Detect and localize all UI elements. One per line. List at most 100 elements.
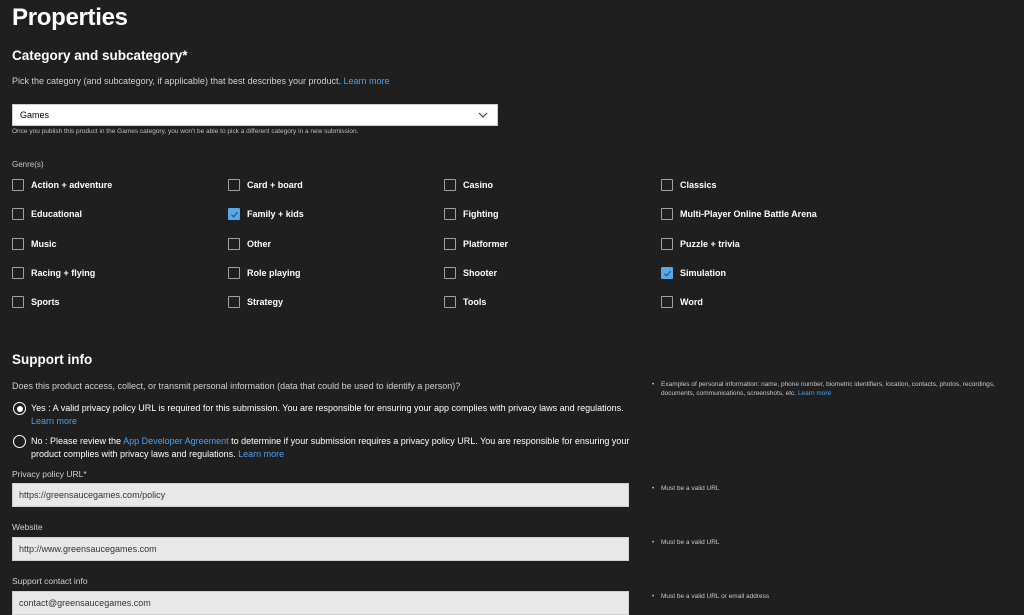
genre-label: Multi-Player Online Battle Arena (680, 209, 817, 219)
checkbox-unchecked-icon[interactable] (12, 267, 24, 279)
privacy-url-input[interactable]: https://greensaucegames.com/policy (12, 483, 629, 507)
checkbox-unchecked-icon[interactable] (444, 208, 456, 220)
genre-checkbox-card-board[interactable]: Card + board (228, 179, 303, 191)
category-select[interactable]: Games (12, 104, 498, 126)
side-learn-more-link[interactable]: Learn more (798, 390, 831, 397)
genre-label: Puzzle + trivia (680, 239, 740, 249)
radio-yes-label[interactable]: Yes : A valid privacy policy URL is requ… (31, 402, 651, 428)
support-contact-note-text: Must be a valid URL or email address (661, 593, 770, 600)
genre-checkbox-casino[interactable]: Casino (444, 179, 493, 191)
checkbox-unchecked-icon[interactable] (12, 208, 24, 220)
genre-label: Casino (463, 180, 494, 190)
genre-checkbox-puzzle-trivia[interactable]: Puzzle + trivia (661, 238, 740, 250)
checkbox-unchecked-icon[interactable] (661, 208, 673, 220)
category-description: Pick the category (and subcategory, if a… (12, 76, 390, 86)
radio-yes-text: Yes : A valid privacy policy URL is requ… (31, 403, 624, 413)
checkbox-unchecked-icon[interactable] (12, 179, 24, 191)
yes-learn-more-link[interactable]: Learn more (31, 416, 77, 426)
no-learn-more-link[interactable]: Learn more (238, 449, 284, 459)
genre-checkbox-platformer[interactable]: Platformer (444, 238, 508, 250)
genre-checkbox-racing-flying[interactable]: Racing + flying (12, 267, 95, 279)
radio-no[interactable] (13, 435, 26, 448)
genre-checkbox-tools[interactable]: Tools (444, 296, 486, 308)
checkbox-checked-icon[interactable] (228, 208, 240, 220)
privacy-url-label: Privacy policy URL* (12, 469, 87, 479)
bullet-icon: • (652, 593, 655, 600)
genre-label: Role playing (247, 268, 301, 278)
genre-checkbox-multi-player-online-battle-arena[interactable]: Multi-Player Online Battle Arena (661, 208, 817, 220)
genre-label: Tools (463, 297, 487, 307)
genre-label: Educational (31, 209, 83, 219)
genre-checkbox-classics[interactable]: Classics (661, 179, 717, 191)
checkmark-icon (230, 211, 238, 218)
genre-label: Platformer (463, 239, 509, 249)
category-description-text: Pick the category (and subcategory, if a… (12, 76, 342, 86)
website-input[interactable]: http://www.greensaucegames.com (12, 537, 629, 561)
radio-no-prefix: No : Please review the (31, 436, 122, 446)
privacy-url-note: • Must be a valid URL (652, 484, 720, 493)
support-contact-label: Support contact info (12, 576, 88, 586)
checkbox-unchecked-icon[interactable] (228, 267, 240, 279)
app-developer-agreement-link[interactable]: App Developer Agreement (123, 436, 229, 446)
genre-label: Other (247, 239, 272, 249)
genres-label: Genre(s) (12, 160, 44, 169)
checkbox-unchecked-icon[interactable] (12, 296, 24, 308)
radio-yes[interactable] (13, 402, 26, 415)
radio-no-label[interactable]: No : Please review the App Developer Agr… (31, 435, 631, 461)
genre-checkbox-fighting[interactable]: Fighting (444, 208, 499, 220)
checkbox-unchecked-icon[interactable] (228, 179, 240, 191)
genre-checkbox-music[interactable]: Music (12, 238, 57, 250)
website-note-text: Must be a valid URL (661, 539, 720, 546)
bullet-icon: • (652, 539, 655, 546)
genre-checkbox-other[interactable]: Other (228, 238, 271, 250)
category-hint: Once you publish this product in the Gam… (12, 128, 359, 135)
checkbox-unchecked-icon[interactable] (12, 238, 24, 250)
genre-checkbox-simulation[interactable]: Simulation (661, 267, 726, 279)
support-heading: Support info (12, 352, 93, 367)
checkbox-unchecked-icon[interactable] (661, 238, 673, 250)
support-contact-value: contact@greensaucegames.com (19, 598, 151, 608)
personal-info-note: • Examples of personal information: name… (652, 380, 1022, 398)
checkbox-unchecked-icon[interactable] (661, 296, 673, 308)
checkbox-checked-icon[interactable] (661, 267, 673, 279)
genre-label: Classics (680, 180, 717, 190)
privacy-url-value: https://greensaucegames.com/policy (19, 490, 166, 500)
chevron-down-icon (478, 112, 488, 118)
genre-checkbox-word[interactable]: Word (661, 296, 703, 308)
genre-label: Sports (31, 297, 60, 307)
category-heading: Category and subcategory* (12, 48, 188, 63)
genre-label: Simulation (680, 268, 727, 278)
genre-checkbox-sports[interactable]: Sports (12, 296, 60, 308)
checkbox-unchecked-icon[interactable] (228, 238, 240, 250)
genre-checkbox-action-adventure[interactable]: Action + adventure (12, 179, 112, 191)
genre-label: Strategy (247, 297, 284, 307)
radio-no-suffix: to determine if your submission requires… (31, 436, 630, 459)
genre-checkbox-educational[interactable]: Educational (12, 208, 82, 220)
genre-label: Racing + flying (31, 268, 96, 278)
checkbox-unchecked-icon[interactable] (444, 179, 456, 191)
bullet-icon: • (652, 485, 655, 492)
genre-label: Family + kids (247, 209, 304, 219)
website-label: Website (12, 522, 43, 532)
category-learn-more-link[interactable]: Learn more (344, 76, 390, 86)
genre-label: Card + board (247, 180, 303, 190)
genre-label: Music (31, 239, 57, 249)
bullet-icon: • (652, 381, 655, 388)
genre-checkbox-shooter[interactable]: Shooter (444, 267, 497, 279)
checkbox-unchecked-icon[interactable] (444, 238, 456, 250)
checkmark-icon (663, 270, 671, 277)
checkbox-unchecked-icon[interactable] (228, 296, 240, 308)
support-contact-note: • Must be a valid URL or email address (652, 592, 769, 601)
checkbox-unchecked-icon[interactable] (444, 267, 456, 279)
genre-label: Shooter (463, 268, 498, 278)
genre-checkbox-strategy[interactable]: Strategy (228, 296, 283, 308)
checkbox-unchecked-icon[interactable] (661, 179, 673, 191)
category-select-value: Games (20, 110, 50, 120)
privacy-url-note-text: Must be a valid URL (661, 485, 720, 492)
genre-checkbox-role-playing[interactable]: Role playing (228, 267, 301, 279)
genre-checkbox-family-kids[interactable]: Family + kids (228, 208, 304, 220)
website-value: http://www.greensaucegames.com (19, 544, 157, 554)
page-title: Properties (12, 4, 128, 31)
checkbox-unchecked-icon[interactable] (444, 296, 456, 308)
support-contact-input[interactable]: contact@greensaucegames.com (12, 591, 629, 615)
